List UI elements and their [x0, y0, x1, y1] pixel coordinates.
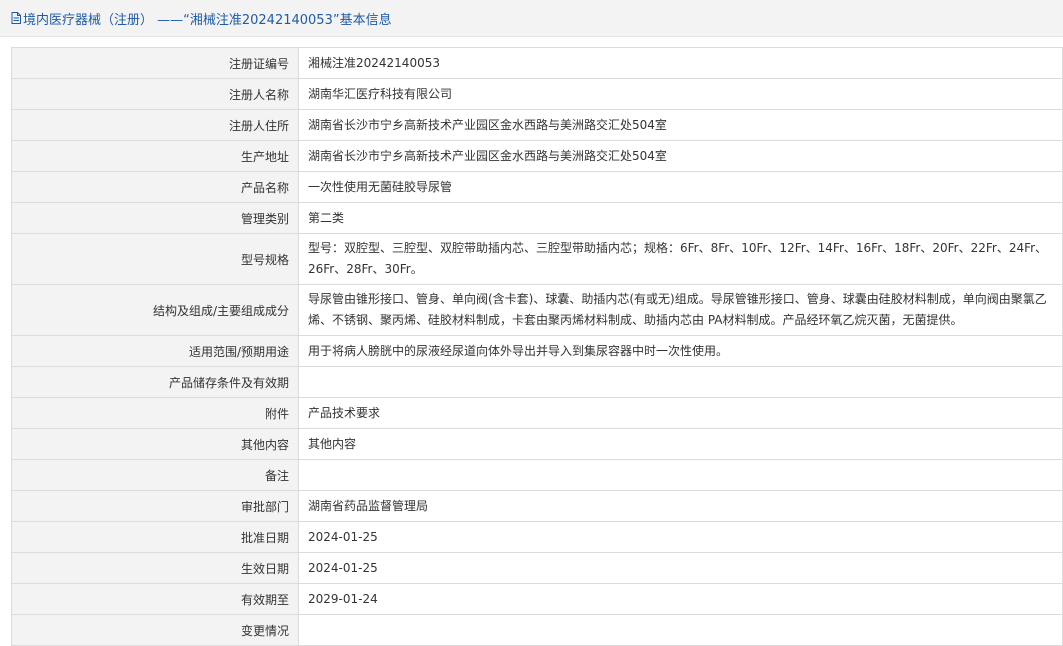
table-row: 生产地址 湖南省长沙市宁乡高新技术产业园区金水西路与美洲路交汇处504室 — [11, 140, 1063, 172]
field-label: 注册证编号 — [11, 47, 299, 79]
field-value: 湖南省长沙市宁乡高新技术产业园区金水西路与美洲路交汇处504室 — [298, 140, 1063, 172]
field-value: 产品技术要求 — [298, 397, 1063, 429]
field-label: 生效日期 — [11, 552, 299, 584]
field-value — [298, 459, 1063, 491]
field-label: 附件 — [11, 397, 299, 429]
field-value: 型号：双腔型、三腔型、双腔带助插内芯、三腔型带助插内芯；规格：6Fr、8Fr、1… — [298, 233, 1063, 285]
field-label: 注册人住所 — [11, 109, 299, 141]
field-label: 审批部门 — [11, 490, 299, 522]
page-header: 境内医疗器械（注册） ——“湘械注准20242140053”基本信息 — [0, 0, 1063, 37]
field-value: 其他内容 — [298, 428, 1063, 460]
field-label: 适用范围/预期用途 — [11, 335, 299, 367]
field-value: 导尿管由锥形接口、管身、单向阀(含卡套)、球囊、助插内芯(有或无)组成。导尿管锥… — [298, 284, 1063, 336]
field-value: 第二类 — [298, 202, 1063, 234]
field-value — [298, 366, 1063, 398]
table-row: 批准日期 2024-01-25 — [11, 521, 1063, 553]
field-label: 结构及组成/主要组成成分 — [11, 284, 299, 336]
table-row: 变更情况 — [11, 614, 1063, 646]
field-value: 一次性使用无菌硅胶导尿管 — [298, 171, 1063, 203]
field-value — [298, 614, 1063, 646]
field-value: 湖南省药品监督管理局 — [298, 490, 1063, 522]
device-info-table: 注册证编号 湘械注准20242140053 注册人名称 湖南华汇医疗科技有限公司… — [11, 47, 1063, 646]
table-row: 注册证编号 湘械注准20242140053 — [11, 47, 1063, 79]
table-row: 生效日期 2024-01-25 — [11, 552, 1063, 584]
field-label: 批准日期 — [11, 521, 299, 553]
table-row: 注册人名称 湖南华汇医疗科技有限公司 — [11, 78, 1063, 110]
field-value: 湘械注准20242140053 — [298, 47, 1063, 79]
field-label: 型号规格 — [11, 233, 299, 285]
field-label: 有效期至 — [11, 583, 299, 615]
field-value: 湖南华汇医疗科技有限公司 — [298, 78, 1063, 110]
field-label: 备注 — [11, 459, 299, 491]
document-icon — [11, 12, 21, 24]
field-value: 湖南省长沙市宁乡高新技术产业园区金水西路与美洲路交汇处504室 — [298, 109, 1063, 141]
table-row: 注册人住所 湖南省长沙市宁乡高新技术产业园区金水西路与美洲路交汇处504室 — [11, 109, 1063, 141]
table-row: 审批部门 湖南省药品监督管理局 — [11, 490, 1063, 522]
field-value: 用于将病人膀胱中的尿液经尿道向体外导出并导入到集尿容器中时一次性使用。 — [298, 335, 1063, 367]
table-row: 附件 产品技术要求 — [11, 397, 1063, 429]
table-row: 型号规格 型号：双腔型、三腔型、双腔带助插内芯、三腔型带助插内芯；规格：6Fr、… — [11, 233, 1063, 285]
field-label: 产品储存条件及有效期 — [11, 366, 299, 398]
table-row: 产品储存条件及有效期 — [11, 366, 1063, 398]
field-label: 变更情况 — [11, 614, 299, 646]
table-row: 备注 — [11, 459, 1063, 491]
table-row: 结构及组成/主要组成成分 导尿管由锥形接口、管身、单向阀(含卡套)、球囊、助插内… — [11, 284, 1063, 336]
field-label: 其他内容 — [11, 428, 299, 460]
table-row: 有效期至 2029-01-24 — [11, 583, 1063, 615]
field-value: 2029-01-24 — [298, 583, 1063, 615]
table-row: 管理类别 第二类 — [11, 202, 1063, 234]
table-row: 产品名称 一次性使用无菌硅胶导尿管 — [11, 171, 1063, 203]
field-label: 生产地址 — [11, 140, 299, 172]
table-row: 其他内容 其他内容 — [11, 428, 1063, 460]
field-value: 2024-01-25 — [298, 552, 1063, 584]
page-title: 境内医疗器械（注册） ——“湘械注准20242140053”基本信息 — [23, 12, 392, 28]
table-row: 适用范围/预期用途 用于将病人膀胱中的尿液经尿道向体外导出并导入到集尿容器中时一… — [11, 335, 1063, 367]
field-label: 管理类别 — [11, 202, 299, 234]
field-label: 注册人名称 — [11, 78, 299, 110]
field-label: 产品名称 — [11, 171, 299, 203]
field-value: 2024-01-25 — [298, 521, 1063, 553]
